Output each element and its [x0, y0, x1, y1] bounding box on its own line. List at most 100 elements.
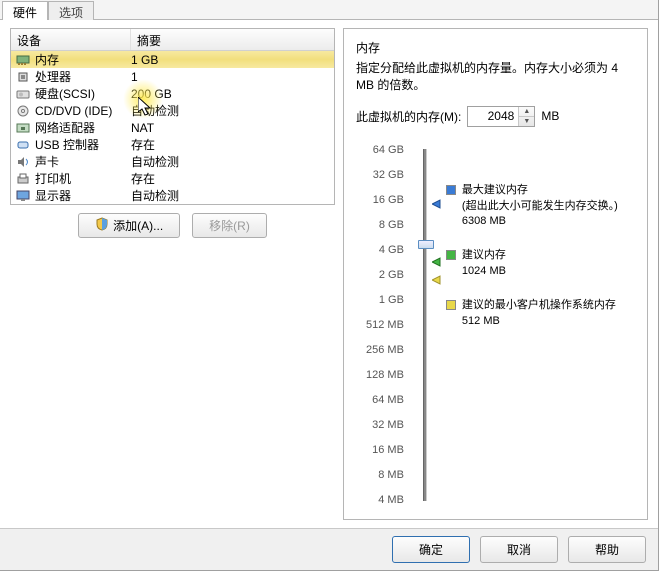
device-name: 内存 [35, 51, 131, 68]
scale-tick: 128 MB [366, 366, 404, 384]
scale-tick: 64 GB [366, 141, 404, 159]
device-row-usb[interactable]: USB 控制器 存在 [11, 136, 334, 153]
legend-max-note: (超出此大小可能发生内存交换。) [462, 199, 618, 215]
cpu-icon [15, 69, 31, 85]
scale-tick: 16 MB [366, 441, 404, 459]
device-summary: 200 GB [131, 87, 330, 101]
memory-slider-track[interactable] [423, 149, 427, 501]
legend-max-val: 6308 MB [462, 214, 618, 230]
scale-tick: 2 GB [366, 266, 404, 284]
memory-description: 指定分配给此虚拟机的内存量。内存大小必须为 4 MB 的倍数。 [356, 60, 635, 94]
scale-tick: 256 MB [366, 341, 404, 359]
legend-rec-val: 1024 MB [462, 264, 506, 280]
memory-panel: 内存 指定分配给此虚拟机的内存量。内存大小必须为 4 MB 的倍数。 此虚拟机的… [343, 28, 648, 520]
scale-tick: 8 MB [366, 466, 404, 484]
scale-tick: 16 GB [366, 191, 404, 209]
dialog-body: 设备 摘要 内存 1 GB 处理器 1 [0, 20, 658, 528]
device-list-panel: 设备 摘要 内存 1 GB 处理器 1 [10, 28, 335, 205]
cd-icon [15, 103, 31, 119]
scale-tick: 32 MB [366, 416, 404, 434]
legend-max-title: 最大建议内存 [462, 183, 618, 199]
device-name: USB 控制器 [35, 136, 131, 153]
spin-arrows[interactable]: ▲▼ [518, 107, 534, 126]
disk-icon [15, 86, 31, 102]
device-row-printer[interactable]: 打印机 存在 [11, 170, 334, 187]
tab-bar: 硬件 选项 [0, 0, 658, 20]
device-name: CD/DVD (IDE) [35, 104, 131, 118]
memory-icon [15, 52, 31, 68]
device-row-disk[interactable]: 硬盘(SCSI) 200 GB [11, 85, 334, 102]
memory-field-label: 此虚拟机的内存(M): [356, 108, 461, 125]
memory-legend: 最大建议内存 (超出此大小可能发生内存交换。) 6308 MB 建议内存 102… [446, 141, 635, 509]
device-row-cpu[interactable]: 处理器 1 [11, 68, 334, 85]
spin-down-icon[interactable]: ▼ [519, 117, 534, 126]
memory-input[interactable] [468, 107, 518, 126]
device-summary: 1 [131, 70, 330, 84]
device-summary: 1 GB [131, 53, 330, 67]
memory-track-col [414, 141, 436, 509]
scale-tick: 512 MB [366, 316, 404, 334]
usb-icon [15, 137, 31, 153]
legend-min-val: 512 MB [462, 314, 616, 330]
display-icon [15, 188, 31, 204]
memory-unit: MB [541, 109, 559, 123]
scale-tick: 4 GB [366, 241, 404, 259]
device-summary: 存在 [131, 136, 330, 153]
device-name: 显示器 [35, 187, 131, 204]
help-button[interactable]: 帮助 [568, 536, 646, 563]
memory-spinbox[interactable]: ▲▼ [467, 106, 535, 127]
memory-slider-thumb[interactable] [418, 240, 434, 249]
legend-rec: 建议内存 1024 MB [446, 248, 635, 280]
add-device-button[interactable]: 添加(A)... [78, 213, 180, 238]
device-row-cd[interactable]: CD/DVD (IDE) 自动检测 [11, 102, 334, 119]
legend-min: 建议的最小客户机操作系统内存 512 MB [446, 298, 635, 330]
scale-tick: 32 GB [366, 166, 404, 184]
shield-icon [95, 217, 109, 234]
add-button-label: 添加(A)... [113, 217, 163, 234]
device-name: 声卡 [35, 153, 131, 170]
scale-tick: 8 GB [366, 216, 404, 234]
device-name: 网络适配器 [35, 119, 131, 136]
device-list-header: 设备 摘要 [11, 29, 334, 51]
legend-min-title: 建议的最小客户机操作系统内存 [462, 298, 616, 314]
scale-tick: 64 MB [366, 391, 404, 409]
device-summary: 自动检测 [131, 102, 330, 119]
legend-square-yellow [446, 300, 456, 310]
sound-icon [15, 154, 31, 170]
device-list: 内存 1 GB 处理器 1 硬盘(SCSI) 200 GB [11, 51, 334, 204]
device-row-sound[interactable]: 声卡 自动检测 [11, 153, 334, 170]
device-name: 硬盘(SCSI) [35, 85, 131, 102]
device-row-memory[interactable]: 内存 1 GB [11, 51, 334, 68]
device-button-row: 添加(A)... 移除(R) [10, 205, 335, 246]
device-row-nic[interactable]: 网络适配器 NAT [11, 119, 334, 136]
device-summary: NAT [131, 121, 330, 135]
memory-title: 内存 [356, 39, 635, 56]
device-name: 打印机 [35, 170, 131, 187]
marker-max [432, 199, 442, 209]
remove-device-button: 移除(R) [192, 213, 267, 238]
scale-tick: 4 MB [366, 491, 404, 509]
device-row-display[interactable]: 显示器 自动检测 [11, 187, 334, 204]
device-name: 处理器 [35, 68, 131, 85]
column-summary[interactable]: 摘要 [131, 29, 334, 50]
legend-square-green [446, 250, 456, 260]
tab-options[interactable]: 选项 [48, 1, 94, 20]
marker-min [432, 275, 442, 285]
legend-square-blue [446, 185, 456, 195]
memory-scale: 64 GB 32 GB 16 GB 8 GB 4 GB 2 GB 1 GB 51… [366, 141, 404, 509]
cancel-button[interactable]: 取消 [480, 536, 558, 563]
printer-icon [15, 171, 31, 187]
legend-max: 最大建议内存 (超出此大小可能发生内存交换。) 6308 MB [446, 183, 635, 231]
dialog-footer: 确定 取消 帮助 [0, 528, 658, 570]
nic-icon [15, 120, 31, 136]
device-summary: 自动检测 [131, 153, 330, 170]
memory-slider-area: 64 GB 32 GB 16 GB 8 GB 4 GB 2 GB 1 GB 51… [356, 141, 635, 509]
marker-rec [432, 257, 442, 267]
scale-tick: 1 GB [366, 291, 404, 309]
tab-hardware[interactable]: 硬件 [2, 1, 48, 20]
column-device[interactable]: 设备 [11, 29, 131, 50]
ok-button[interactable]: 确定 [392, 536, 470, 563]
vm-settings-dialog: 硬件 选项 设备 摘要 内存 1 GB 处理器 [0, 0, 659, 571]
device-summary: 自动检测 [131, 187, 330, 204]
spin-up-icon[interactable]: ▲ [519, 107, 534, 117]
